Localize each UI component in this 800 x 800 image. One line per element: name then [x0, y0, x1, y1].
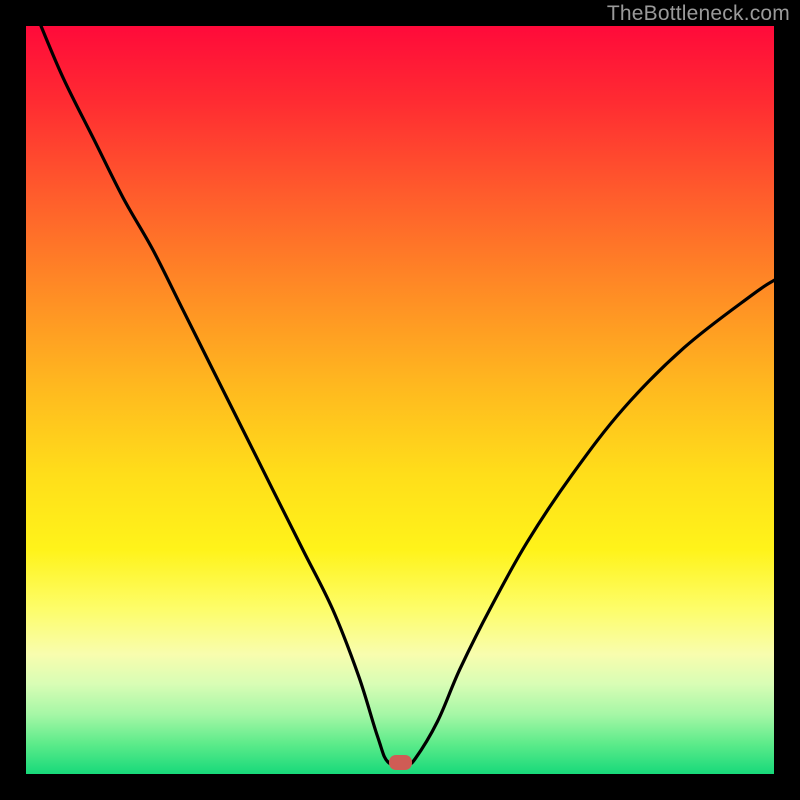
chart-frame: TheBottleneck.com: [0, 0, 800, 800]
plot-area: [26, 26, 774, 774]
bottleneck-curve: [26, 26, 774, 774]
optimal-point-marker: [389, 755, 412, 770]
watermark-text: TheBottleneck.com: [607, 2, 790, 26]
